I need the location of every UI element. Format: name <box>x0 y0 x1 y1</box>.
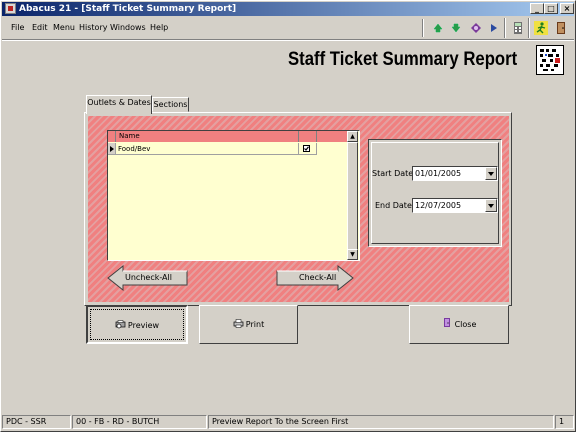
table-row[interactable]: Food/Bev <box>108 143 347 155</box>
end-date-label: End Date <box>375 201 412 210</box>
window-title: Abacus 21 - [Staff Ticket Summary Report… <box>19 4 237 14</box>
grid-header-indicator <box>108 131 116 142</box>
print-label: Print <box>245 320 265 329</box>
running-man-icon[interactable] <box>533 20 549 36</box>
check-all-button[interactable]: Check-All <box>276 265 354 291</box>
outlet-name-cell[interactable]: Food/Bev <box>116 143 299 155</box>
menu-bottom-line <box>2 39 574 41</box>
preview-button[interactable]: Preview <box>86 305 188 344</box>
diamond-icon[interactable] <box>468 20 484 36</box>
tab-sections[interactable]: Sections <box>152 97 189 112</box>
scroll-up-button[interactable]: ▲ <box>347 131 358 142</box>
start-date-label: Start Date <box>372 169 414 178</box>
close-window-button[interactable]: × <box>560 3 574 14</box>
uncheck-all-button[interactable]: Uncheck-All <box>107 265 189 291</box>
start-date-field[interactable]: 01/01/2005 <box>412 166 498 181</box>
close-label: Close <box>454 320 477 329</box>
grid-scrollbar[interactable]: ▲ ▼ <box>347 131 358 260</box>
grid-header-check[interactable] <box>299 131 317 142</box>
menu-edit[interactable]: Edit <box>32 23 48 33</box>
menu-menu[interactable]: Menu <box>53 23 75 33</box>
start-date-dropdown-icon[interactable] <box>485 167 497 180</box>
arrow-green-down-icon[interactable] <box>448 20 464 36</box>
minimize-button[interactable]: _ <box>530 3 544 14</box>
toolbar-separator <box>504 18 506 38</box>
date-range-inner <box>371 142 499 244</box>
title-bar[interactable]: Abacus 21 - [Staff Ticket Summary Report… <box>2 2 574 16</box>
printer-icon <box>233 307 244 328</box>
menu-history[interactable]: History <box>79 23 107 33</box>
scroll-thumb[interactable] <box>347 142 358 250</box>
grid-header: Name <box>108 131 347 142</box>
print-button[interactable]: Print <box>199 305 298 344</box>
app-icon[interactable] <box>5 3 16 14</box>
exit-door-icon[interactable] <box>553 20 569 36</box>
preview-icon <box>115 308 126 329</box>
toolbar-divider <box>422 19 424 37</box>
menu-windows[interactable]: Windows <box>110 23 146 33</box>
menu-help[interactable]: Help <box>150 23 168 33</box>
end-date-dropdown-icon[interactable] <box>485 199 497 212</box>
report-logo-icon <box>536 45 564 75</box>
end-date-value: 12/07/2005 <box>415 201 462 210</box>
start-date-value: 01/01/2005 <box>415 169 462 178</box>
calculator-icon[interactable] <box>510 20 526 36</box>
tab-outlets-dates[interactable]: Outlets & Dates <box>86 95 152 114</box>
check-all-label: Check-All <box>299 273 337 282</box>
status-panel-hint: Preview Report To the Screen First <box>208 415 554 429</box>
row-pointer-icon <box>108 143 116 155</box>
arrow-green-up-icon[interactable] <box>430 20 446 36</box>
report-title: Staff Ticket Summary Report <box>288 49 518 70</box>
uncheck-all-label: Uncheck-All <box>125 273 172 282</box>
toolbar-separator <box>528 18 530 38</box>
grid-header-name[interactable]: Name <box>116 131 299 142</box>
maximize-button[interactable]: □ <box>544 3 558 14</box>
end-date-field[interactable]: 12/07/2005 <box>412 198 498 213</box>
outlet-checkbox[interactable] <box>303 145 310 152</box>
close-door-icon <box>442 307 453 327</box>
status-panel-page: 1 <box>555 415 574 429</box>
record-nav-icon[interactable] <box>486 20 502 36</box>
status-panel-app: PDC - SSR <box>2 415 71 429</box>
scroll-down-button[interactable]: ▼ <box>347 249 358 260</box>
outlet-check-cell[interactable] <box>299 143 317 155</box>
menu-file[interactable]: File <box>11 23 24 33</box>
status-panel-user: 00 - FB - RD - BUTCH <box>72 415 207 429</box>
preview-label: Preview <box>127 321 160 330</box>
close-button[interactable]: Close <box>409 305 509 344</box>
